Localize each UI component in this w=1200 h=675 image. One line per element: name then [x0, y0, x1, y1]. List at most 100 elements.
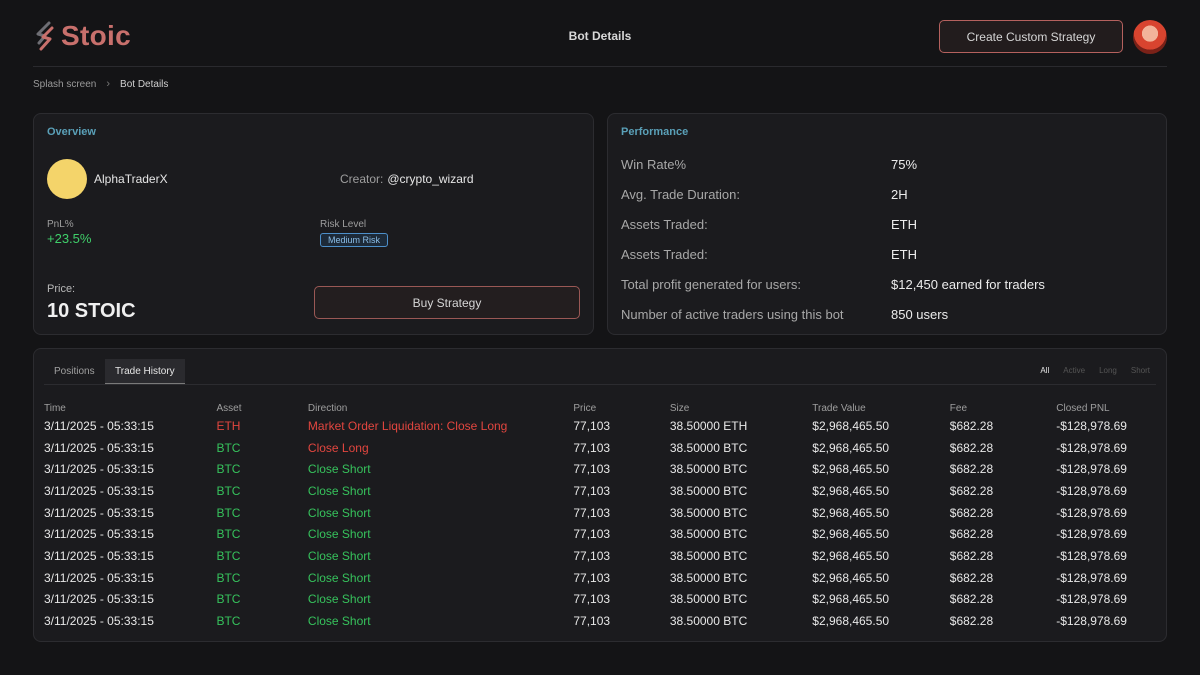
cell-time: 3/11/2025 - 05:33:15	[44, 548, 154, 563]
cell-direction: Close Short	[307, 483, 371, 498]
tab-trade-history[interactable]: Trade History	[105, 359, 185, 384]
cell-price: 77,103	[573, 505, 611, 520]
perf-value: 850 users	[891, 307, 949, 322]
risk-level-label: Risk Level	[320, 219, 367, 230]
header-divider	[33, 66, 1167, 67]
cell-asset: BTC	[216, 462, 241, 477]
cell-fee: $682.28	[949, 483, 994, 498]
price-value: 10 STOIC	[47, 300, 136, 322]
column-header-asset[interactable]: Asset	[216, 401, 307, 415]
price-label: Price:	[47, 283, 76, 295]
cell-fee: $682.28	[949, 614, 994, 629]
cell-price: 77,103	[573, 592, 611, 607]
cell-fee: $682.28	[949, 592, 994, 607]
cell-size: 38.50000 BTC	[669, 440, 748, 455]
cell-trade-value: $2,968,465.50	[812, 462, 890, 477]
cell-size: 38.50000 ETH	[669, 418, 748, 433]
cell-time: 3/11/2025 - 05:33:15	[44, 527, 154, 542]
column-header-fee[interactable]: Fee	[950, 401, 1056, 415]
filter-short[interactable]: Short	[1131, 366, 1150, 375]
perf-label: Total profit generated for users:	[621, 277, 801, 292]
table-row[interactable]: 3/11/2025 - 05:33:15 BTC Close Short 77,103…	[44, 545, 1166, 567]
cell-trade-value: $2,968,465.50	[812, 548, 890, 563]
perf-label: Avg. Trade Duration:	[621, 187, 740, 202]
cell-fee: $682.28	[949, 527, 994, 542]
perf-value: 75%	[891, 157, 918, 172]
cell-asset: BTC	[216, 614, 241, 629]
table-row[interactable]: 3/11/2025 - 05:33:15 BTC Close Short 77,103…	[44, 502, 1166, 524]
filter-active[interactable]: Active	[1063, 366, 1085, 375]
cell-asset: ETH	[216, 418, 241, 433]
cell-time: 3/11/2025 - 05:33:15	[44, 592, 154, 607]
table-row[interactable]: 3/11/2025 - 05:33:15 BTC Close Short 77,103…	[44, 523, 1166, 545]
cell-size: 38.50000 BTC	[669, 483, 748, 498]
top-header: Stoic Bot Details Create Custom Strategy	[0, 0, 1200, 67]
cell-trade-value: $2,968,465.50	[812, 527, 890, 542]
cell-fee: $682.28	[949, 440, 994, 455]
filter-long[interactable]: Long	[1099, 366, 1117, 375]
column-header-time[interactable]: Time	[44, 401, 216, 415]
perf-label: Assets Traded:	[621, 217, 708, 232]
cell-asset: BTC	[216, 505, 241, 520]
cell-time: 3/11/2025 - 05:33:15	[44, 570, 154, 585]
cell-direction: Market Order Liquidation: Close Long	[307, 418, 508, 433]
breadcrumb-root[interactable]: Splash screen	[33, 79, 96, 90]
creator-handle[interactable]: @crypto_wizard	[387, 172, 473, 186]
cell-closed-pnl: -$128,978.69	[1056, 440, 1127, 455]
bot-avatar	[47, 159, 87, 199]
cell-fee: $682.28	[949, 418, 994, 433]
cell-size: 38.50000 BTC	[669, 614, 748, 629]
cell-size: 38.50000 BTC	[669, 548, 748, 563]
chevron-right-icon: ›	[106, 78, 111, 90]
cell-time: 3/11/2025 - 05:33:15	[44, 614, 154, 629]
table-row[interactable]: 3/11/2025 - 05:33:15 BTC Close Short 77,103…	[44, 589, 1166, 611]
cell-direction: Close Long	[307, 440, 369, 455]
cell-price: 77,103	[573, 418, 611, 433]
cell-size: 38.50000 BTC	[669, 592, 748, 607]
tab-positions[interactable]: Positions	[44, 359, 105, 384]
creator-label: Creator:	[340, 172, 384, 186]
cell-asset: BTC	[216, 440, 241, 455]
cell-direction: Close Short	[307, 505, 371, 520]
cell-size: 38.50000 BTC	[669, 527, 748, 542]
perf-value: $12,450 earned for traders	[891, 277, 1045, 292]
cell-closed-pnl: -$128,978.69	[1056, 527, 1127, 542]
cell-closed-pnl: -$128,978.69	[1056, 483, 1127, 498]
perf-value: ETH	[891, 247, 917, 262]
column-header-price[interactable]: Price	[573, 401, 670, 415]
cell-price: 77,103	[573, 570, 611, 585]
cell-size: 38.50000 BTC	[669, 462, 748, 477]
risk-badge: Medium Risk	[320, 233, 389, 247]
performance-title: Performance	[621, 126, 689, 138]
buy-strategy-button[interactable]: Buy Strategy	[314, 286, 580, 319]
table-row[interactable]: 3/11/2025 - 05:33:15 BTC Close Short 77,103…	[44, 567, 1166, 589]
table-row[interactable]: 3/11/2025 - 05:33:15 BTC Close Short 77,103…	[44, 480, 1166, 502]
column-header-trade-value[interactable]: Trade Value	[812, 401, 949, 415]
cell-trade-value: $2,968,465.50	[812, 570, 890, 585]
avatar[interactable]	[1133, 20, 1167, 54]
breadcrumb: Splash screen › Bot Details	[33, 78, 168, 90]
cell-closed-pnl: -$128,978.69	[1056, 462, 1127, 477]
cell-price: 77,103	[573, 462, 611, 477]
table-row[interactable]: 3/11/2025 - 05:33:15 BTC Close Short 77,103…	[44, 458, 1166, 480]
table-row[interactable]: 3/11/2025 - 05:33:15 BTC Close Short 77,103…	[44, 610, 1166, 632]
cell-price: 77,103	[573, 527, 611, 542]
cell-trade-value: $2,968,465.50	[812, 505, 890, 520]
perf-value: ETH	[891, 217, 917, 232]
column-header-closed-pnl[interactable]: Closed PNL	[1056, 401, 1166, 415]
cell-trade-value: $2,968,465.50	[812, 483, 890, 498]
column-header-size[interactable]: Size	[670, 401, 812, 415]
cell-time: 3/11/2025 - 05:33:15	[44, 418, 154, 433]
filter-all[interactable]: All	[1040, 366, 1049, 375]
cell-asset: BTC	[216, 570, 241, 585]
bot-name: AlphaTraderX	[94, 172, 168, 186]
cell-trade-value: $2,968,465.50	[812, 418, 890, 433]
table-row[interactable]: 3/11/2025 - 05:33:15 ETH Market Order Liqu…	[44, 415, 1166, 437]
create-custom-strategy-button[interactable]: Create Custom Strategy	[939, 20, 1123, 53]
table-row[interactable]: 3/11/2025 - 05:33:15 BTC Close Long 77,103 3…	[44, 437, 1166, 459]
cell-fee: $682.28	[949, 548, 994, 563]
trades-panel: Positions Trade History All Active Long …	[33, 348, 1167, 642]
column-header-direction[interactable]: Direction	[308, 401, 573, 415]
cell-fee: $682.28	[949, 462, 994, 477]
cell-closed-pnl: -$128,978.69	[1056, 592, 1127, 607]
